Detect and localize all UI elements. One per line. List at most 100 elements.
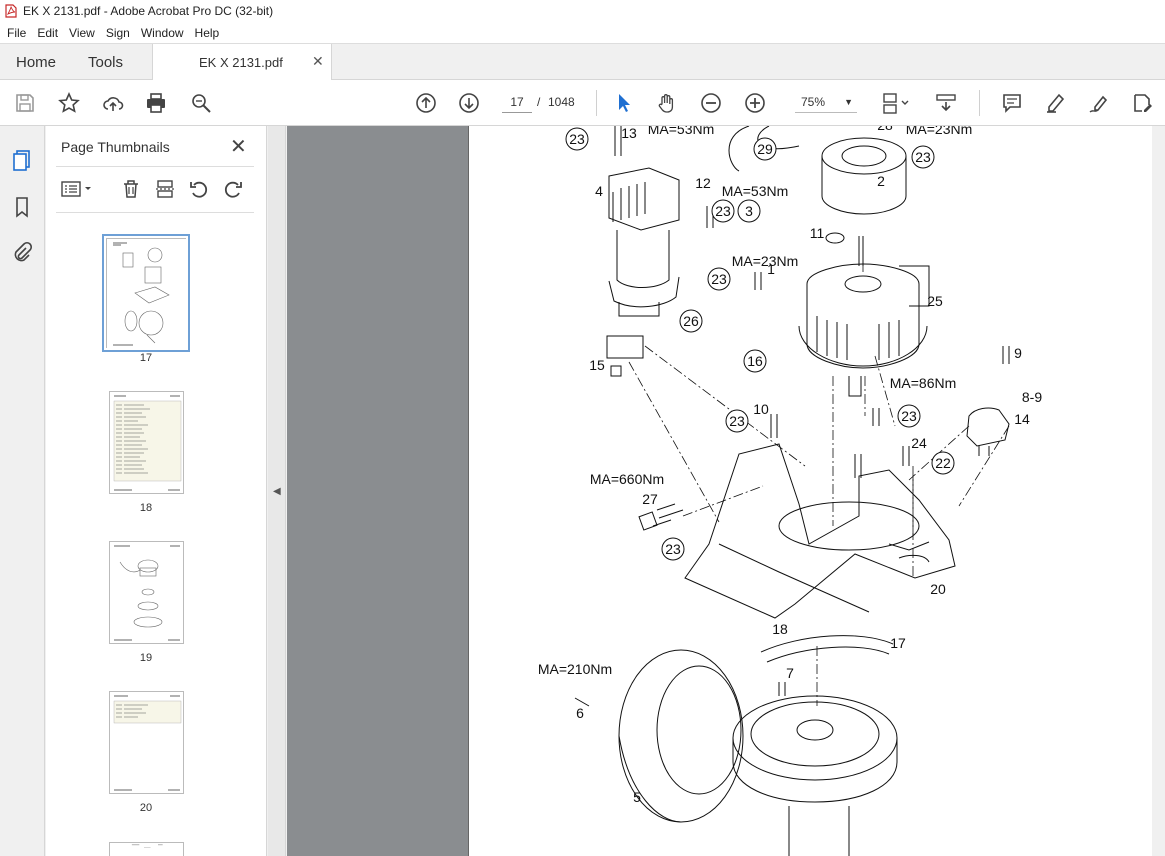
callout-number: 12 bbox=[695, 175, 711, 191]
menu-sign[interactable]: Sign bbox=[100, 26, 135, 40]
sign-pen-icon[interactable] bbox=[1087, 91, 1111, 115]
rotate-right-icon[interactable] bbox=[222, 178, 244, 200]
thumbnails-panel: Page Thumbnails ✕ 17 18 19 20 bbox=[46, 126, 307, 856]
callout-number: 13 bbox=[621, 126, 637, 141]
page-layout-icon[interactable] bbox=[879, 91, 913, 115]
thumbnail-label: 20 bbox=[139, 802, 153, 814]
torque-label: MA=210Nm bbox=[538, 661, 612, 677]
zoom-out-icon[interactable] bbox=[699, 91, 723, 115]
menu-help[interactable]: Help bbox=[189, 26, 225, 40]
menu-window[interactable]: Window bbox=[135, 26, 189, 40]
callout-number: 27 bbox=[642, 491, 658, 507]
toolbar: 17 / 1048 75% ▼ bbox=[0, 80, 1165, 126]
select-cursor-icon[interactable] bbox=[612, 91, 636, 115]
panel-title: Page Thumbnails bbox=[61, 139, 170, 155]
callout-number: 10 bbox=[753, 401, 769, 417]
tab-home[interactable]: Home bbox=[16, 44, 56, 81]
callout-number: 15 bbox=[589, 357, 605, 373]
attachments-paperclip-icon[interactable] bbox=[10, 240, 34, 264]
thumbnail-page-18[interactable] bbox=[109, 391, 184, 494]
thumbnail-drawing bbox=[131, 844, 163, 848]
torque-label: MA=86Nm bbox=[890, 375, 957, 391]
torque-label: MA=660Nm bbox=[590, 471, 664, 487]
callout-number: 23 bbox=[915, 149, 931, 165]
chevron-left-icon: ◀ bbox=[273, 486, 281, 497]
zoom-in-icon[interactable] bbox=[743, 91, 767, 115]
thumbnail-label: 17 bbox=[139, 352, 153, 364]
thumbnail-label: 18 bbox=[139, 502, 153, 514]
callout-number: 23 bbox=[901, 408, 917, 424]
exploded-parts-drawing: 231328292412311125261698-914151024222720… bbox=[538, 126, 1042, 856]
callout-number: 26 bbox=[683, 313, 699, 329]
document-view[interactable]: 231328292412311125261698-914151024222720… bbox=[287, 126, 1165, 856]
divider bbox=[56, 166, 254, 167]
close-panel-icon[interactable]: ✕ bbox=[230, 134, 247, 159]
callout-number: 8-9 bbox=[1022, 389, 1042, 405]
page-separator: / bbox=[537, 95, 541, 109]
rotate-left-icon[interactable] bbox=[188, 178, 210, 200]
thumbnail-drawing bbox=[107, 239, 187, 349]
zoom-search-icon[interactable] bbox=[189, 91, 213, 115]
callout-number: 22 bbox=[935, 455, 951, 471]
callout-number: 6 bbox=[576, 705, 584, 721]
callout-number: 11 bbox=[810, 225, 825, 241]
upload-cloud-icon[interactable] bbox=[101, 91, 125, 115]
close-tab-icon[interactable]: ✕ bbox=[312, 53, 324, 70]
page-number-input[interactable]: 17 bbox=[502, 91, 532, 113]
callout-number: 16 bbox=[747, 353, 763, 369]
callout-number: 17 bbox=[890, 635, 906, 651]
thumbnail-drawing bbox=[114, 545, 180, 641]
hand-tool-icon[interactable] bbox=[655, 91, 679, 115]
menu-edit[interactable]: Edit bbox=[31, 26, 63, 40]
callout-number: 14 bbox=[1014, 411, 1030, 427]
callout-number: 25 bbox=[927, 293, 943, 309]
menu-view[interactable]: View bbox=[63, 26, 100, 40]
torque-label: MA=53Nm bbox=[648, 126, 715, 137]
menu-file[interactable]: File bbox=[0, 26, 31, 40]
callout-number: 2 bbox=[877, 173, 885, 189]
callout-number: 9 bbox=[1014, 345, 1022, 361]
extract-pages-icon[interactable] bbox=[154, 178, 176, 200]
callout-number: 24 bbox=[911, 435, 927, 451]
divider bbox=[56, 212, 254, 213]
chevron-down-icon: ▼ bbox=[844, 97, 853, 107]
callout-number: 23 bbox=[711, 271, 727, 287]
highlight-pen-icon[interactable] bbox=[1043, 91, 1067, 115]
callout-number: 29 bbox=[757, 141, 773, 157]
callout-number: 28 bbox=[877, 126, 893, 133]
page-thumbnails-icon[interactable] bbox=[10, 148, 34, 172]
callout-number: 7 bbox=[786, 665, 794, 681]
tab-tools[interactable]: Tools bbox=[88, 44, 123, 81]
title-bar: EK X 2131.pdf - Adobe Acrobat Pro DC (32… bbox=[0, 0, 1165, 22]
delete-trash-icon[interactable] bbox=[120, 178, 142, 200]
previous-page-icon[interactable] bbox=[414, 91, 438, 115]
toolbar-divider bbox=[596, 90, 597, 116]
callout-number: 3 bbox=[745, 203, 753, 219]
torque-label: MA=23Nm bbox=[906, 126, 973, 137]
next-page-icon[interactable] bbox=[457, 91, 481, 115]
save-icon[interactable] bbox=[13, 91, 37, 115]
torque-label: MA=53Nm bbox=[722, 183, 789, 199]
acrobat-app-icon bbox=[5, 4, 17, 18]
bookmark-star-icon[interactable] bbox=[57, 91, 81, 115]
comment-icon[interactable] bbox=[1000, 91, 1024, 115]
thumbnail-page-17[interactable] bbox=[102, 234, 190, 352]
pdf-page: 231328292412311125261698-914151024222720… bbox=[468, 126, 1152, 856]
callout-number: 23 bbox=[729, 413, 745, 429]
thumbnail-page-20[interactable] bbox=[109, 691, 184, 794]
tab-document[interactable]: EK X 2131.pdf ✕ bbox=[152, 44, 332, 81]
panel-collapse-handle[interactable]: ◀ bbox=[268, 126, 286, 856]
torque-label: MA=23Nm bbox=[732, 253, 799, 269]
bookmarks-icon[interactable] bbox=[10, 195, 34, 219]
zoom-level-select[interactable]: 75% ▼ bbox=[795, 91, 857, 113]
thumbnail-options-icon[interactable] bbox=[60, 178, 94, 200]
zoom-level-value: 75% bbox=[801, 95, 826, 109]
thumbnail-page-19[interactable] bbox=[109, 541, 184, 644]
document-scrollbar[interactable] bbox=[1152, 126, 1165, 856]
more-tools-icon[interactable] bbox=[1130, 91, 1154, 115]
window-title: EK X 2131.pdf - Adobe Acrobat Pro DC (32… bbox=[23, 4, 274, 18]
thumbnail-table bbox=[113, 695, 182, 791]
thumbnail-page-next[interactable] bbox=[109, 842, 184, 856]
print-icon[interactable] bbox=[144, 91, 168, 115]
scroll-mode-icon[interactable] bbox=[934, 91, 958, 115]
